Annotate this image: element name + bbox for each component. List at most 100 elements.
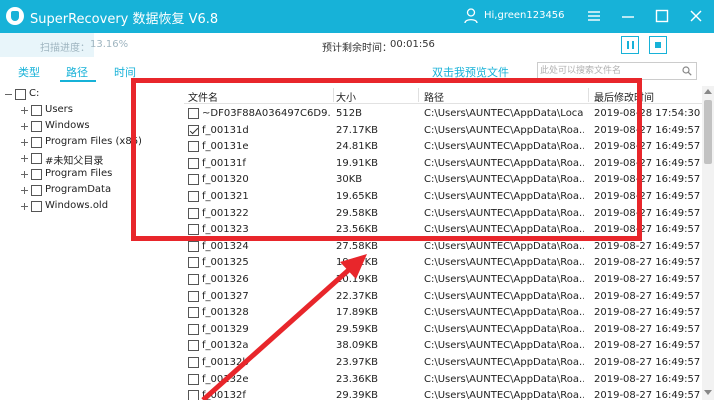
row-checkbox[interactable] [188, 191, 199, 202]
tree-checkbox[interactable] [31, 185, 42, 196]
column-divider[interactable] [588, 88, 589, 102]
tab-path[interactable]: 路径 [66, 64, 88, 80]
cell-name: f_00131e [202, 141, 249, 153]
expand-icon[interactable] [20, 202, 29, 211]
table-row[interactable]: f_001325 19.11KB C:\Users\AUNTEC\AppData\R… [184, 255, 702, 271]
tree-item[interactable]: Program Files [20, 168, 180, 183]
row-checkbox[interactable] [188, 108, 199, 119]
tab-type[interactable]: 类型 [18, 64, 40, 80]
close-icon[interactable] [688, 8, 704, 24]
tree-checkbox[interactable] [31, 153, 42, 164]
cell-size: 512B [336, 108, 362, 119]
minimize-icon[interactable] [620, 8, 636, 24]
row-checkbox[interactable] [188, 174, 199, 186]
tree-item-label: ProgramData [45, 184, 112, 195]
scroll-up-icon[interactable] [704, 88, 712, 94]
table-row[interactable]: f_001320 30KB C:\Users\AUNTEC\AppData\Roa.… [184, 172, 702, 188]
table-row[interactable]: f_00131d 27.17KB C:\Users\AUNTEC\AppData\R… [184, 123, 702, 139]
table-row[interactable]: f_00131e 24.81KB C:\Users\AUNTEC\AppData\R… [184, 139, 702, 155]
expand-icon[interactable] [20, 186, 29, 195]
column-divider[interactable] [333, 88, 334, 102]
tree-checkbox[interactable] [31, 121, 42, 132]
directory-tree: C: Users Windows Program Files (x86) #未知父目录 P… [0, 86, 180, 400]
maximize-icon[interactable] [654, 8, 670, 24]
tree-checkbox[interactable] [31, 137, 42, 148]
cell-modified: 2019-08-27 16:49:57 [594, 191, 701, 202]
search-input[interactable] [540, 64, 676, 78]
tree-item[interactable]: ProgramData [20, 184, 180, 199]
row-checkbox[interactable] [188, 323, 199, 335]
cell-size: 22.37KB [336, 290, 379, 302]
expand-icon[interactable] [20, 122, 29, 131]
collapse-icon[interactable] [4, 90, 13, 99]
cell-name: f_001328 [202, 307, 249, 319]
expand-icon[interactable] [20, 106, 29, 115]
row-checkbox[interactable] [188, 157, 199, 169]
cell-name: f_001321 [202, 191, 249, 202]
pause-scan-button[interactable] [621, 36, 639, 54]
tree-item[interactable]: C: [4, 88, 180, 103]
tab-time[interactable]: 时间 [114, 64, 136, 80]
tree-checkbox[interactable] [31, 169, 42, 180]
column-header-name[interactable]: 文件名 [188, 89, 218, 104]
menu-icon[interactable] [586, 8, 602, 24]
table-row[interactable]: f_001322 29.58KB C:\Users\AUNTEC\AppData\R… [184, 206, 702, 222]
cell-name: ~DF03F88A036497C6D9.TMP [202, 108, 330, 119]
table-header: 文件名 大小 路径 最后修改时间 [184, 86, 702, 104]
table-row[interactable]: f_001329 29.59KB C:\Users\AUNTEC\AppData\R… [184, 322, 702, 338]
cell-modified: 2019-08-27 16:49:57 [594, 323, 701, 335]
column-header-path[interactable]: 路径 [424, 89, 444, 104]
tree-checkbox[interactable] [15, 89, 26, 100]
tree-item[interactable]: Users [20, 104, 180, 119]
table-row[interactable]: f_00132a 38.09KB C:\Users\AUNTEC\AppData\R… [184, 338, 702, 354]
expand-icon[interactable] [20, 154, 29, 163]
column-header-size[interactable]: 大小 [336, 89, 356, 104]
table-row[interactable]: f_00132b 23.97KB C:\Users\AUNTEC\AppData\R… [184, 355, 702, 371]
app-title: SuperRecovery 数据恢复 V6.8 [30, 12, 219, 27]
tree-item[interactable]: Program Files (x86) [20, 136, 180, 151]
tree-item[interactable]: Windows [20, 120, 180, 135]
cell-path: C:\Users\AUNTEC\AppData\Roa... [424, 373, 584, 385]
table-row[interactable]: f_00132e 23.36KB C:\Users\AUNTEC\AppData\R… [184, 372, 702, 388]
scroll-down-icon[interactable] [704, 390, 712, 396]
row-checkbox[interactable] [188, 240, 199, 252]
row-checkbox[interactable] [188, 290, 199, 302]
row-checkbox[interactable] [188, 124, 199, 136]
table-row[interactable]: f_001328 17.89KB C:\Users\AUNTEC\AppData\R… [184, 305, 702, 321]
table-row[interactable]: f_001327 22.37KB C:\Users\AUNTEC\AppData\R… [184, 289, 702, 305]
table-row[interactable]: f_00132f 29.39KB C:\Users\AUNTEC\AppData\R… [184, 388, 702, 400]
column-header-modified[interactable]: 最后修改时间 [594, 89, 654, 104]
user-icon[interactable] [464, 8, 478, 24]
table-row[interactable]: f_00131f 19.91KB C:\Users\AUNTEC\AppData\R… [184, 156, 702, 172]
row-checkbox[interactable] [188, 207, 199, 219]
row-checkbox[interactable] [188, 357, 199, 368]
vertical-scrollbar[interactable] [702, 86, 714, 400]
scan-progress-label: 扫描进度： [40, 43, 90, 54]
row-checkbox[interactable] [188, 224, 199, 236]
cell-size: 30KB [336, 174, 363, 186]
expand-icon[interactable] [20, 170, 29, 179]
table-row[interactable]: ~DF03F88A036497C6D9.TMP 512B C:\Users\AUNT… [184, 106, 702, 122]
tree-item[interactable]: Windows.old [20, 200, 180, 215]
row-checkbox[interactable] [188, 390, 199, 400]
search-icon[interactable] [682, 66, 692, 76]
tree-checkbox[interactable] [31, 105, 42, 116]
row-checkbox[interactable] [188, 340, 199, 352]
user-name[interactable]: Hi,green123456 [484, 10, 565, 21]
row-checkbox[interactable] [188, 307, 199, 319]
expand-icon[interactable] [20, 138, 29, 147]
tree-item[interactable]: #未知父目录 [20, 152, 180, 167]
scroll-thumb[interactable] [704, 100, 712, 164]
row-checkbox[interactable] [188, 274, 199, 285]
table-row[interactable]: f_001324 27.58KB C:\Users\AUNTEC\AppData\R… [184, 239, 702, 255]
row-checkbox[interactable] [188, 257, 199, 269]
table-row[interactable]: f_001321 19.65KB C:\Users\AUNTEC\AppData\R… [184, 189, 702, 205]
row-checkbox[interactable] [188, 141, 199, 153]
table-row[interactable]: f_001326 20.19KB C:\Users\AUNTEC\AppData\R… [184, 272, 702, 288]
stop-scan-button[interactable] [649, 36, 667, 54]
cell-name: f_00131d [202, 124, 249, 136]
table-row[interactable]: f_001323 23.56KB C:\Users\AUNTEC\AppData\R… [184, 222, 702, 238]
tree-checkbox[interactable] [31, 201, 42, 212]
column-divider[interactable] [418, 88, 419, 102]
row-checkbox[interactable] [188, 373, 199, 385]
